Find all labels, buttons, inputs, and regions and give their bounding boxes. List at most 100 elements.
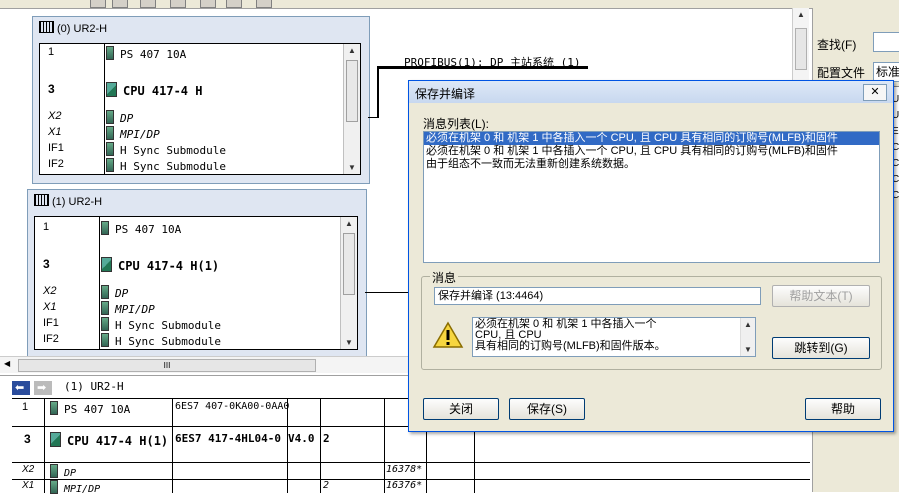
rack-0-table: 1 PS 407 10A 3 CPU 417-4 H X2 DP X1 MPI/DP I… (39, 43, 361, 175)
save-compile-dialog[interactable]: 保存并编译 ✕ 消息列表(L): 必须在机架 0 和 机架 1 中各插入一个 C… (408, 80, 894, 432)
module-name: CPU 417-4 H (123, 84, 203, 98)
message-group-label: 消息 (430, 269, 459, 286)
profibus-stub (368, 117, 378, 118)
find-input[interactable] (873, 32, 899, 52)
slot-number: X2 (48, 110, 62, 122)
help-button[interactable]: 帮助 (805, 398, 881, 420)
cell-mpi-address: 2 (323, 480, 330, 491)
table-row[interactable]: X2 DP 16378* (12, 464, 472, 479)
module-name: H Sync Submodule (120, 144, 226, 157)
rack-row[interactable]: 1 PS 407 10A (40, 46, 340, 62)
message-list-item[interactable]: 必须在机架 0 和 机架 1 中各插入一个 CPU, 且 CPU 具有相同的订购… (424, 145, 879, 158)
cpu-icon (50, 432, 61, 447)
forward-arrow-icon[interactable]: ➡ (34, 381, 52, 395)
module-icon (101, 285, 109, 299)
message-list-item[interactable]: 必须在机架 0 和 机架 1 中各插入一个 CPU, 且 CPU 具有相同的订购… (424, 132, 879, 145)
profile-select[interactable]: 标准 (873, 62, 899, 82)
save-button[interactable]: 保存(S) (509, 398, 585, 420)
dialog-title: 保存并编译 (415, 87, 476, 101)
cpu-icon (106, 82, 117, 97)
module-icon (106, 110, 114, 124)
toolbar-button[interactable] (112, 0, 128, 8)
toolbar-button[interactable] (200, 0, 216, 8)
module-icon (106, 126, 114, 140)
rack-1-table: 1 PS 407 10A 3 CPU 417-4 H(1) X2 DP X1 MPI/D… (34, 216, 358, 350)
scroll-left-icon[interactable]: ◀ (4, 359, 10, 368)
rack-row[interactable]: 1 PS 407 10A (35, 221, 335, 237)
rack-1-scrollbar[interactable]: ▲ ▼ (340, 217, 357, 349)
cell-order-number: 6ES7 417-4HL04-0 (175, 432, 281, 445)
module-name: PS 407 10A (115, 223, 182, 236)
close-icon[interactable]: ✕ (863, 84, 887, 101)
rack-row[interactable]: IF2 H Sync Submodule (35, 333, 335, 349)
rack-1-title: (1) UR2-H (34, 194, 102, 208)
rack-row[interactable]: IF1 H Sync Submodule (35, 317, 335, 333)
cell-slot: X2 (22, 464, 35, 475)
close-button[interactable]: 关闭 (423, 398, 499, 420)
table-row[interactable]: 3 CPU 417-4 H(1) 6ES7 417-4HL04-0 V4.0 2 (12, 428, 472, 460)
rack-0-window[interactable]: (0) UR2-H 1 PS 407 10A 3 CPU 417-4 H X2 DP … (32, 16, 370, 184)
toolbar-button[interactable] (140, 0, 156, 8)
message-status-field: 保存并编译 (13:4464) (434, 287, 761, 305)
toolbar (0, 0, 899, 9)
slot-number: X1 (43, 301, 57, 313)
dialog-titlebar[interactable]: 保存并编译 ✕ (409, 81, 893, 103)
cell-module: MPI/DP (64, 484, 101, 495)
warning-icon (432, 321, 464, 349)
goto-button[interactable]: 跳转到(G) (772, 337, 870, 359)
slot-number: IF2 (43, 333, 59, 345)
module-icon (106, 142, 114, 156)
cell-slot: X1 (22, 480, 35, 491)
find-label: 查找(F) (817, 38, 857, 52)
rack-row[interactable]: IF1 H Sync Submodule (40, 142, 340, 158)
message-detail-line: 具有相同的订购号(MLFB)和固件版本。 (475, 340, 666, 352)
rack-0-title: (0) UR2-H (39, 21, 107, 35)
rack-row[interactable]: X2 DP (35, 285, 335, 301)
slot-number: IF2 (48, 158, 64, 170)
rack-1-window[interactable]: (1) UR2-H 1 PS 407 10A 3 CPU 417-4 H(1) X2… (27, 189, 367, 357)
rack-row[interactable]: X1 MPI/DP (40, 126, 340, 142)
detail-scrollbar[interactable]: ▲ ▼ (740, 318, 755, 356)
toolbar-button[interactable] (226, 0, 242, 8)
slot-number: IF1 (43, 317, 59, 329)
horizontal-scroll-thumb[interactable]: III (18, 359, 316, 372)
cell-module: PS 407 10A (64, 403, 131, 416)
cell-mpi-address: 2 (323, 432, 330, 445)
module-name: H Sync Submodule (115, 335, 221, 348)
rack-row[interactable]: X2 DP (40, 110, 340, 126)
message-list[interactable]: 必须在机架 0 和 机架 1 中各插入一个 CPU, 且 CPU 具有相同的订购… (423, 131, 880, 263)
rack-row[interactable]: 3 CPU 417-4 H(1) (35, 249, 335, 279)
rack-0-title-text: (0) UR2-H (57, 23, 108, 35)
message-list-item[interactable]: 由于组态不一致而无法重新创建系统数据。 (424, 158, 879, 171)
module-icon (50, 464, 58, 478)
module-name: CPU 417-4 H(1) (118, 259, 220, 273)
cpu-icon (101, 257, 112, 272)
module-name: DP (115, 287, 129, 300)
toolbar-button[interactable] (90, 0, 106, 8)
scroll-thumb-grip: III (163, 361, 171, 370)
module-name: MPI/DP (115, 303, 155, 316)
module-icon (50, 401, 58, 415)
module-icon (101, 301, 109, 315)
module-icon (101, 333, 109, 347)
rack-row[interactable]: 3 CPU 417-4 H (40, 74, 340, 104)
module-icon (101, 317, 109, 331)
rack-row[interactable]: IF2 H Sync Submodule (40, 158, 340, 174)
back-arrow-icon[interactable]: ⬅ (12, 381, 30, 395)
profibus-line[interactable] (378, 66, 588, 69)
module-name: DP (120, 112, 134, 125)
slot-number: X2 (43, 285, 57, 297)
rack-0-scrollbar[interactable]: ▲ ▼ (343, 44, 360, 174)
help-text-button[interactable]: 帮助文本(T) (772, 285, 870, 307)
rack-1-title-text: (1) UR2-H (52, 196, 103, 208)
slot-number: 3 (48, 82, 55, 96)
toolbar-button[interactable] (170, 0, 186, 8)
toolbar-button[interactable] (256, 0, 272, 8)
table-header: (1) UR2-H (64, 380, 124, 393)
table-row[interactable]: 1 PS 407 10A 6ES7 407-0KA00-0AA0 (12, 400, 472, 426)
cell-firmware: V4.0 (288, 432, 315, 445)
module-icon (106, 158, 114, 172)
rack-row[interactable]: X1 MPI/DP (35, 301, 335, 317)
message-detail-box: 必须在机架 0 和 机架 1 中各插入一个 CPU, 且 CPU 具有相同的订购… (472, 317, 756, 357)
slot-number: 1 (48, 46, 55, 58)
